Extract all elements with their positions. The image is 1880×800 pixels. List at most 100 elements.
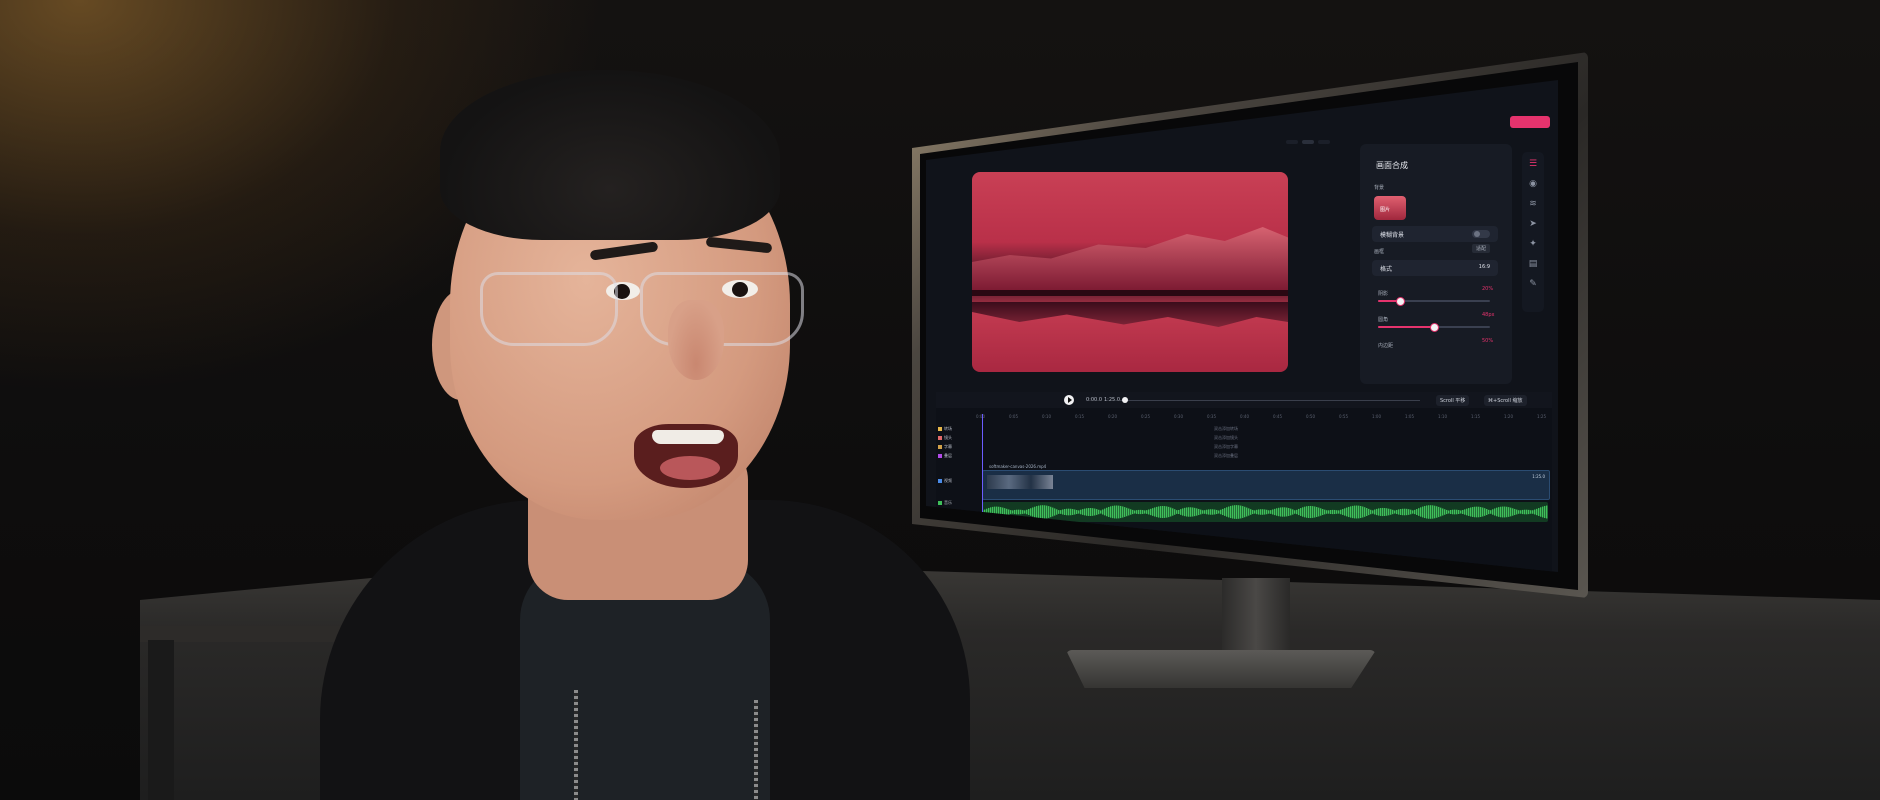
waveform-bar bbox=[1020, 509, 1022, 515]
waveform-bar bbox=[1310, 505, 1312, 519]
blur-background-toggle[interactable] bbox=[1472, 230, 1490, 238]
camera-icon[interactable]: ◉ bbox=[1527, 178, 1539, 190]
waveform-bar bbox=[1106, 507, 1108, 517]
waveform-bar bbox=[1112, 505, 1114, 519]
waveform-bar bbox=[1252, 509, 1254, 515]
audio-clip[interactable] bbox=[982, 502, 1548, 522]
video-preview bbox=[972, 172, 1288, 372]
track-hint: 双击添加镜头 bbox=[1214, 435, 1238, 440]
waveform-bar bbox=[1366, 508, 1368, 516]
waveform-bar bbox=[1318, 507, 1320, 517]
waveform-bar bbox=[1436, 506, 1438, 518]
sparkle-icon[interactable]: ✦ bbox=[1527, 238, 1539, 250]
waveform-bar bbox=[1402, 508, 1404, 516]
play-button[interactable] bbox=[1064, 395, 1074, 405]
track-label[interactable]: 字幕 bbox=[938, 444, 970, 450]
glasses-left-lens bbox=[480, 272, 618, 346]
eyebrow-right bbox=[705, 236, 773, 254]
waveform-bar bbox=[1446, 509, 1448, 515]
waveform-bar bbox=[1536, 508, 1538, 516]
waveform-bar bbox=[1456, 509, 1458, 515]
waveform-bar bbox=[1162, 505, 1164, 519]
track-label[interactable]: 叠层 bbox=[938, 453, 970, 459]
video-clip[interactable]: softmaker-canvas-2026.mp4 1:25.0 bbox=[982, 464, 1550, 500]
waveform-bar bbox=[1396, 509, 1398, 515]
waveform-bar bbox=[1350, 506, 1352, 518]
waveform-bar bbox=[1166, 506, 1168, 518]
eye-right bbox=[722, 280, 758, 298]
waveform-bar bbox=[1444, 509, 1446, 515]
track-label[interactable]: 视频 bbox=[938, 478, 970, 484]
person-teeth bbox=[652, 430, 724, 444]
time-ruler[interactable]: 0:00 0:05 0:10 0:15 0:20 0:25 0:30 0:35 0:40 0:45… bbox=[976, 414, 1552, 420]
scene-background: 画面合成 背景 图片 模糊背景 画框 适配 格式 16:9 阴影 20% 圆角 … bbox=[0, 0, 1880, 800]
pen-icon[interactable]: ✎ bbox=[1527, 278, 1539, 290]
waveform-bar bbox=[1442, 508, 1444, 516]
tab-1[interactable] bbox=[1286, 140, 1298, 144]
waveform-bar bbox=[1142, 510, 1144, 514]
waveform-bar bbox=[1272, 509, 1274, 515]
radius-label: 圆角 bbox=[1378, 317, 1389, 323]
cursor-icon[interactable]: ➤ bbox=[1527, 218, 1539, 230]
eyebrow-left bbox=[589, 241, 659, 261]
waveform-bar bbox=[1480, 507, 1482, 517]
glasses-right-lens bbox=[640, 272, 804, 346]
waveform-bar bbox=[1088, 508, 1090, 516]
waveform-bar bbox=[1148, 509, 1150, 515]
waveform-bar bbox=[1098, 509, 1100, 515]
waveform-bar bbox=[1168, 506, 1170, 518]
track-color-swatch bbox=[938, 436, 942, 440]
desk-leg bbox=[148, 640, 174, 800]
layers-icon[interactable]: ☰ bbox=[1527, 158, 1539, 170]
waveform-bar bbox=[1040, 505, 1042, 519]
track-label[interactable]: 镜头 bbox=[938, 435, 970, 441]
ruler-tick: 0:55 bbox=[1339, 414, 1348, 419]
document-icon[interactable]: ▤ bbox=[1527, 258, 1539, 270]
match-button[interactable]: 适配 bbox=[1472, 244, 1491, 253]
tab-3[interactable] bbox=[1318, 140, 1330, 144]
tab-2[interactable] bbox=[1302, 140, 1314, 144]
waveform-bar bbox=[1422, 506, 1424, 518]
audio-waveform bbox=[982, 505, 1548, 519]
waveform-bar bbox=[1086, 508, 1088, 516]
waveform-bar bbox=[1460, 510, 1462, 514]
track-label[interactable]: 音乐 bbox=[938, 500, 970, 506]
track-label[interactable]: 转场 bbox=[938, 426, 970, 432]
waveform-bar bbox=[1472, 507, 1474, 517]
waveform-bar bbox=[1190, 507, 1192, 517]
waveform-bar bbox=[1246, 507, 1248, 517]
waveform-bar bbox=[1114, 505, 1116, 519]
waveform-bar bbox=[1410, 509, 1412, 515]
radius-slider[interactable] bbox=[1378, 323, 1490, 332]
waveform-bar bbox=[1206, 509, 1208, 515]
format-value[interactable]: 16:9 bbox=[1479, 264, 1490, 270]
waveform-bar bbox=[1184, 507, 1186, 517]
waveform-bar bbox=[1488, 509, 1490, 515]
scrub-track[interactable] bbox=[1120, 400, 1420, 401]
export-button[interactable] bbox=[1510, 116, 1550, 128]
waveform-bar bbox=[1392, 509, 1394, 515]
waveform-bar bbox=[1342, 509, 1344, 515]
shadow-slider-knob[interactable] bbox=[1396, 297, 1406, 306]
shadow-slider[interactable] bbox=[1378, 297, 1490, 306]
format-row[interactable]: 格式 16:9 bbox=[1372, 260, 1498, 276]
waveform-bar bbox=[1276, 508, 1278, 516]
waveform-bar bbox=[1530, 510, 1532, 514]
audio-wave-icon[interactable]: ≋ bbox=[1527, 198, 1539, 210]
waveform-bar bbox=[1012, 510, 1014, 514]
scrub-handle[interactable] bbox=[1122, 397, 1128, 403]
waveform-bar bbox=[1404, 508, 1406, 516]
playhead[interactable] bbox=[982, 414, 983, 524]
blur-background-row[interactable]: 模糊背景 bbox=[1372, 226, 1498, 242]
waveform-bar bbox=[1542, 506, 1544, 518]
waveform-bar bbox=[1008, 509, 1010, 515]
waveform-bar bbox=[1122, 506, 1124, 518]
waveform-bar bbox=[1216, 509, 1218, 515]
scroll-pan-hint: Scroll 平移 bbox=[1436, 395, 1470, 406]
waveform-bar bbox=[1174, 509, 1176, 515]
waveform-bar bbox=[1172, 508, 1174, 516]
waveform-bar bbox=[1484, 508, 1486, 516]
waveform-bar bbox=[1082, 509, 1084, 515]
radius-slider-knob[interactable] bbox=[1430, 323, 1439, 332]
waveform-bar bbox=[1290, 508, 1292, 516]
